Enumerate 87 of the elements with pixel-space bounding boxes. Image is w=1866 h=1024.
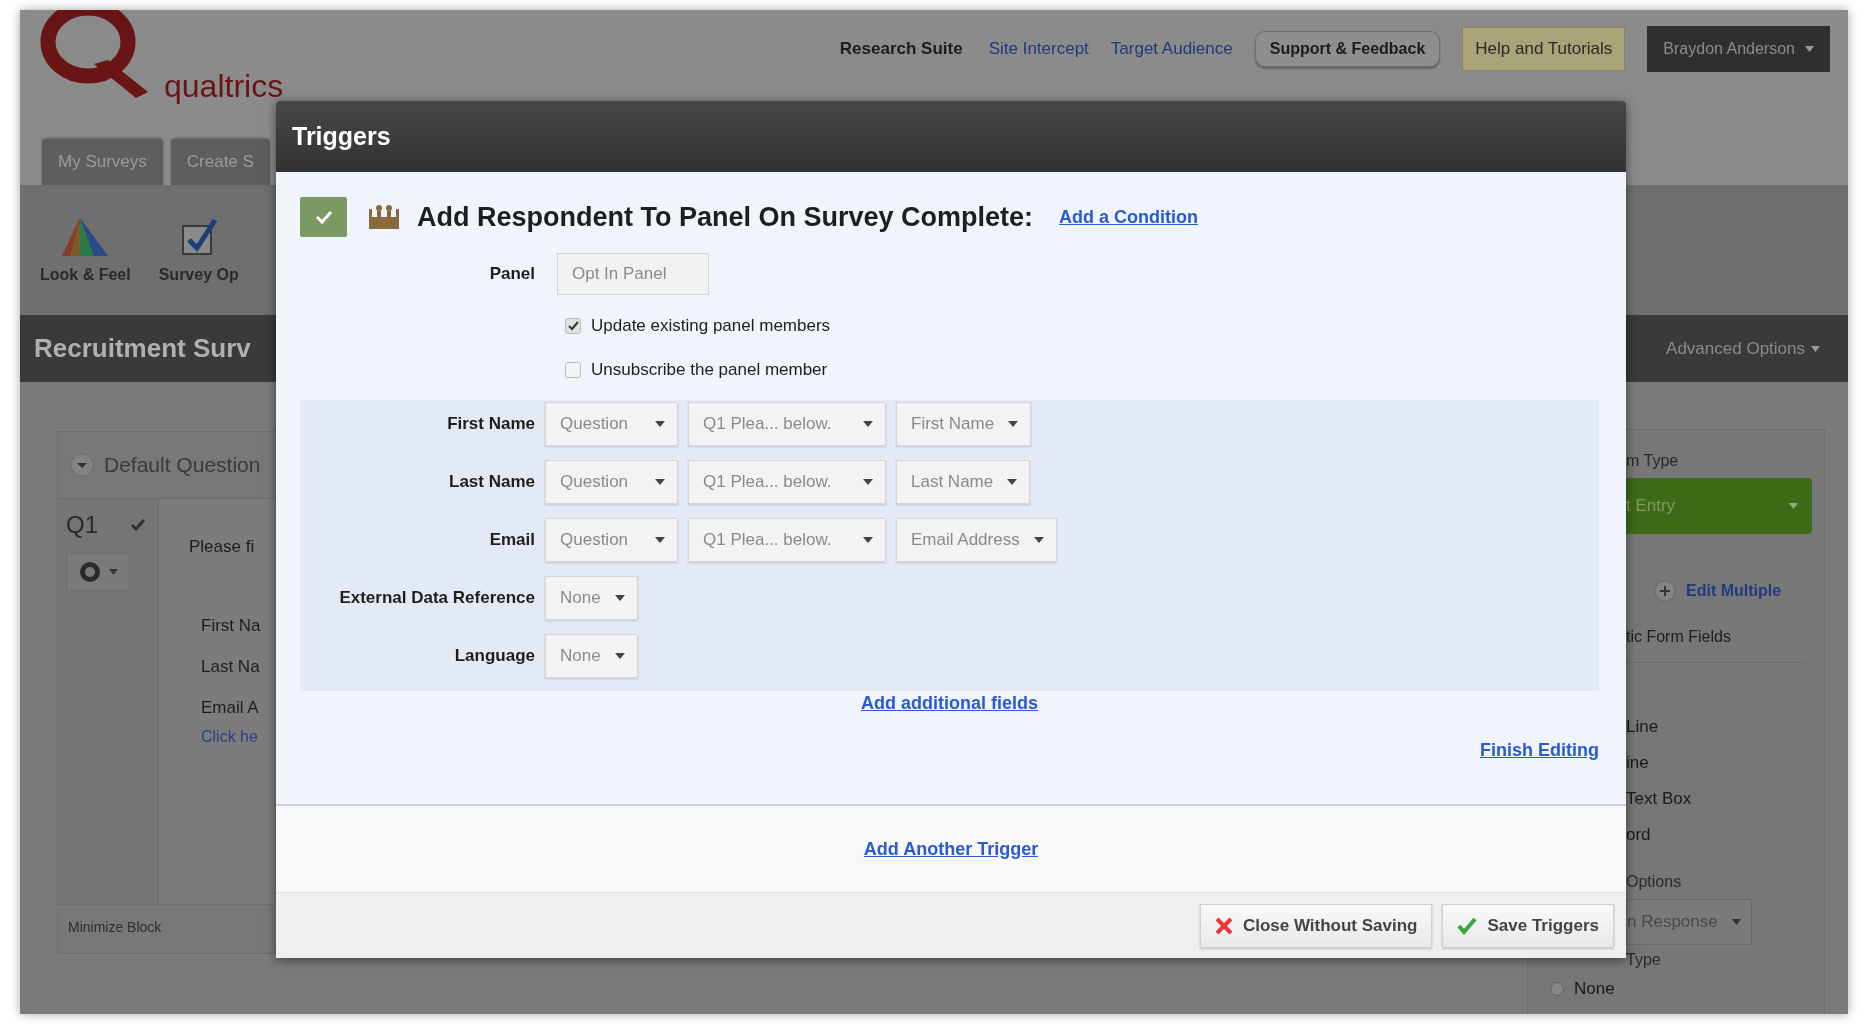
close-icon [1214,916,1233,935]
dialog-title: Triggers [292,122,391,151]
link[interactable]: Edit Multiple [1686,582,1782,600]
tab[interactable]: Create S [170,139,270,185]
checkbox[interactable] [565,362,581,378]
caret-icon [1811,345,1820,352]
caret-icon [1732,919,1741,925]
dropdown[interactable]: Question [545,518,678,562]
dropdown[interactable]: Q1 Plea... below. [688,460,886,504]
dropdown[interactable]: Q1 Plea... below. [688,402,886,446]
advanced-options-button[interactable]: Advanced Options [1660,337,1826,360]
checkbox[interactable] [565,318,581,334]
list-item[interactable]: ord [1626,817,1651,853]
logo-text: qualtrics [164,68,284,105]
caret-icon [1008,421,1019,427]
close-button[interactable]: Close Without Saving [1199,903,1433,948]
panel-field[interactable]: Opt In Panel [557,253,709,295]
question-text: Please fi [189,537,256,557]
collapse-icon[interactable] [70,453,94,477]
question-number: Q1 [66,511,98,539]
dropdown[interactable]: None [545,634,638,678]
link[interactable]: Click he [201,728,261,746]
dropdown[interactable]: First Name [896,402,1032,446]
dropdown[interactable]: t Entry [1626,478,1812,534]
add-fields-link[interactable]: Add additional fields [861,693,1038,713]
trigger-title: Add Respondent To Panel On Survey Complete: [417,201,1034,233]
nav-button[interactable]: Support & Feedback [1254,31,1441,67]
check-icon [1457,916,1478,935]
field-label: Last Na [201,656,261,678]
caret-icon [863,421,873,427]
caret-icon [1007,479,1018,485]
field-label: Panel [488,264,535,284]
caret-icon [1033,537,1044,543]
field-label: First Name [446,414,535,434]
caret-icon [655,479,665,485]
dropdown[interactable]: None [545,576,638,620]
list-item[interactable]: Line [1626,709,1659,745]
dropdown[interactable]: Q1 Plea... below. [688,518,886,562]
help-button[interactable]: Help and Tutorials [1462,27,1626,71]
panel-label: Options [1626,872,1682,892]
radio-button[interactable] [1550,982,1564,996]
caret-icon [614,653,625,659]
field-label: Language [453,646,535,666]
user-menu[interactable]: Braydon Anderson [1647,26,1830,72]
caret-icon [655,537,665,543]
nav-item[interactable]: Research Suite [839,39,963,59]
caret-icon [655,421,665,427]
field-label: First Na [201,615,261,637]
color-triangle-icon [60,216,111,258]
checkbox[interactable] [300,197,347,237]
add-trigger-link[interactable]: Add Another Trigger [863,838,1039,860]
toolbar-label[interactable]: Survey Op [158,266,239,284]
tab[interactable]: My Surveys [42,139,163,185]
finish-editing-link[interactable]: Finish Editing [1480,740,1599,760]
field-label: Email [488,530,535,550]
block-title: Default Question [104,453,261,477]
caret-icon [863,479,873,485]
caret-icon [863,537,873,543]
list-item[interactable]: Text Box [1626,781,1692,817]
dropdown[interactable]: Email Address [896,518,1057,562]
dropdown[interactable]: Last Name [896,460,1031,504]
save-button[interactable]: Save Triggers [1442,903,1614,948]
checkbox-label[interactable]: Update existing panel members [591,316,831,336]
field-label: External Data Reference [338,588,535,608]
dropdown[interactable]: Question [545,460,678,504]
check-icon [313,209,334,225]
add-condition-link[interactable]: Add a Condition [1059,206,1199,228]
panel-label: Type [1626,950,1661,970]
caret-icon [614,595,625,601]
nav-link[interactable]: Site Intercept [988,39,1089,59]
nav-link[interactable]: Target Audience [1110,39,1233,59]
field-label: Last Name [448,472,535,492]
caret-icon [1789,503,1798,509]
check-icon [567,321,579,331]
plus-icon[interactable] [1654,580,1676,602]
settings-button[interactable] [66,553,130,591]
dropdown[interactable]: Question [545,402,678,446]
panel-label: m Type [1626,451,1679,471]
checkbox-label[interactable]: Unsubscribe the panel member [591,360,828,380]
caret-icon [108,569,118,575]
field-label: Email A [201,697,260,719]
list-item[interactable]: ine [1626,745,1649,781]
survey-title: Recruitment Surv [34,333,251,364]
toolbar-label[interactable]: Look & Feel [40,266,131,284]
radio-label[interactable]: None [1574,979,1615,999]
caret-icon [1805,46,1814,52]
check-icon [130,518,146,532]
